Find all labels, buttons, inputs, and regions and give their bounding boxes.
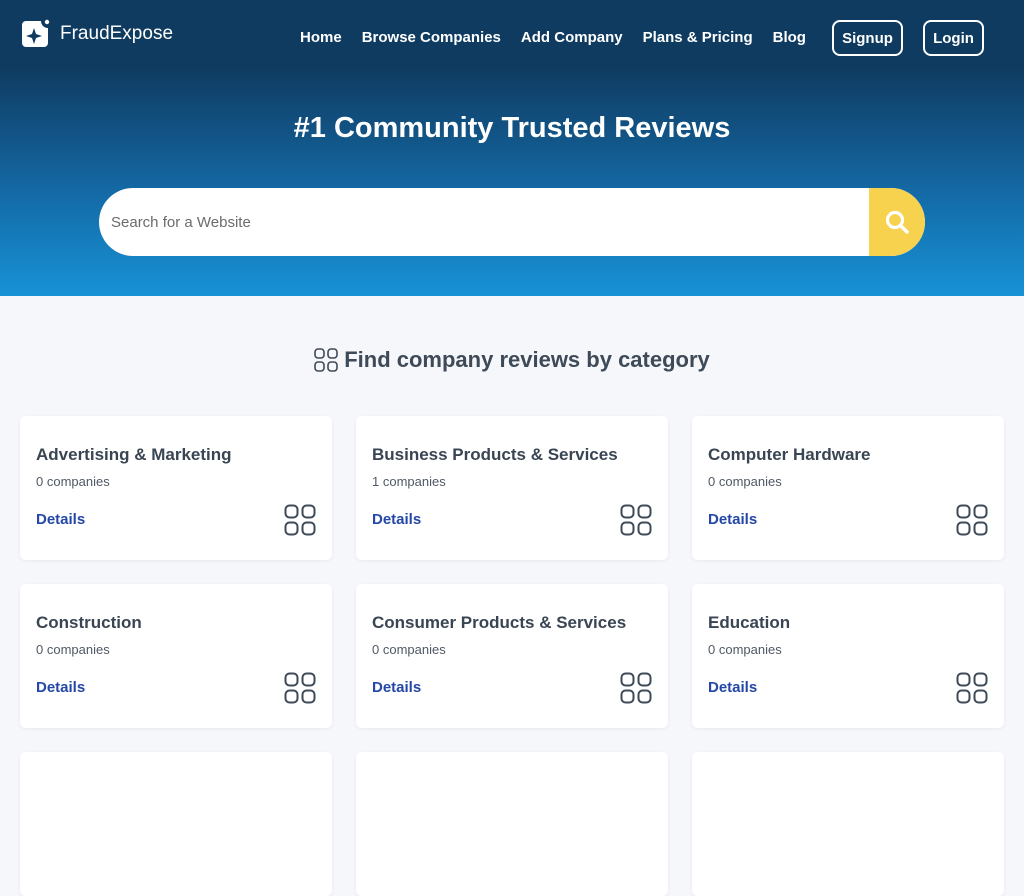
category-grid-icon (956, 672, 988, 704)
category-card-business-products-services[interactable]: Business Products & Services 1 companies… (356, 416, 668, 560)
nav-link-home[interactable]: Home (300, 29, 342, 46)
category-count: 0 companies (708, 474, 782, 489)
navbar: FraudExpose Home Browse Companies Add Co… (0, 0, 1024, 68)
brand[interactable]: FraudExpose (20, 18, 173, 50)
details-link[interactable]: Details (708, 679, 757, 696)
category-grid-icon (284, 672, 316, 704)
grid-icon (314, 348, 339, 372)
category-title: Business Products & Services (372, 445, 618, 464)
category-card-computer-hardware[interactable]: Computer Hardware 0 companies Details (692, 416, 1004, 560)
nav-link-plans-pricing[interactable]: Plans & Pricing (643, 29, 753, 46)
hero-title: #1 Community Trusted Reviews (293, 112, 731, 144)
details-link[interactable]: Details (708, 511, 757, 528)
details-link[interactable]: Details (372, 511, 421, 528)
categories-heading-text: Find company reviews by category (344, 347, 710, 372)
category-card-partial[interactable] (356, 752, 668, 896)
category-count: 0 companies (708, 642, 782, 657)
nav-link-blog[interactable]: Blog (773, 29, 806, 46)
category-grid-icon (620, 672, 652, 704)
search-icon (885, 210, 909, 234)
nav-link-browse-companies[interactable]: Browse Companies (362, 29, 501, 46)
category-title: Advertising & Marketing (36, 445, 232, 464)
category-title: Consumer Products & Services (372, 613, 627, 632)
signup-button[interactable]: Signup (832, 20, 903, 56)
category-count: 0 companies (36, 642, 110, 657)
category-title: Education (708, 613, 791, 632)
category-grid-icon (620, 504, 652, 536)
search-button[interactable] (869, 188, 925, 256)
login-button[interactable]: Login (923, 20, 984, 56)
search-bar (99, 188, 925, 256)
category-card-advertising-marketing[interactable]: Advertising & Marketing 0 companies Deta… (20, 416, 332, 560)
category-count: 1 companies (372, 474, 446, 489)
nav-link-add-company[interactable]: Add Company (521, 29, 623, 46)
nav-links: Home Browse Companies Add Company Plans … (300, 20, 826, 54)
category-grid-icon (284, 504, 316, 536)
brand-logo-icon (22, 19, 50, 47)
hero-section: #1 Community Trusted Reviews (0, 68, 1024, 296)
details-link[interactable]: Details (36, 679, 85, 696)
category-grid-icon (956, 504, 988, 536)
category-count: 0 companies (36, 474, 110, 489)
brand-name: FraudExpose (60, 23, 174, 44)
categories-heading: Find company reviews by category (0, 344, 1024, 376)
category-count: 0 companies (372, 642, 446, 657)
category-title: Computer Hardware (708, 445, 871, 464)
category-card-consumer-products-services[interactable]: Consumer Products & Services 0 companies… (356, 584, 668, 728)
category-card-partial[interactable] (692, 752, 1004, 896)
category-title: Construction (36, 613, 142, 632)
details-link[interactable]: Details (372, 679, 421, 696)
category-card-education[interactable]: Education 0 companies Details (692, 584, 1004, 728)
category-card-construction[interactable]: Construction 0 companies Details (20, 584, 332, 728)
details-link[interactable]: Details (36, 511, 85, 528)
search-input[interactable] (111, 188, 851, 256)
category-card-partial[interactable] (20, 752, 332, 896)
